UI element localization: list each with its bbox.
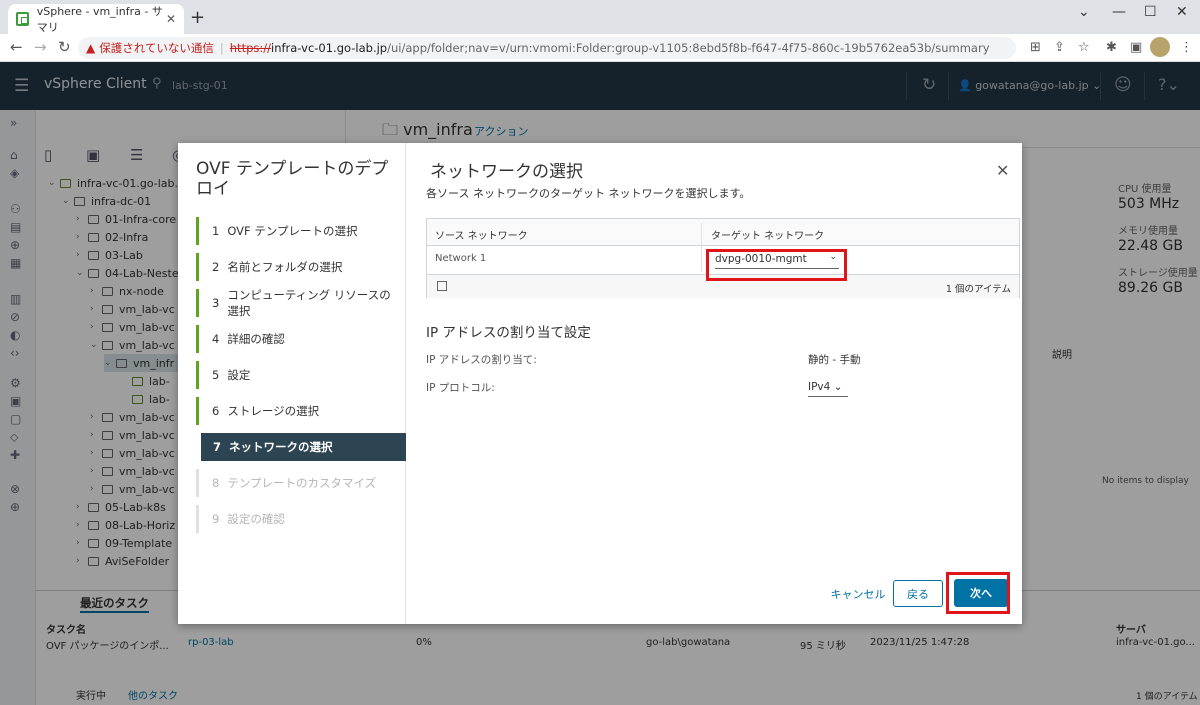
- tab-close-icon[interactable]: ✕: [166, 12, 176, 26]
- bookmark-star-icon[interactable]: ☆: [1078, 40, 1090, 55]
- new-tab-icon[interactable]: +: [190, 7, 205, 28]
- ip-section-title: IP アドレスの割り当て設定: [426, 325, 591, 341]
- browser-tab-bar: vSphere - vm_infra - サマリ ✕ + ⌄ — ☐ ✕: [0, 0, 1200, 34]
- back-icon[interactable]: ←: [10, 38, 23, 56]
- url-field[interactable]: ▲ 保護されていない通信 | https:// infra-vc-01.go-l…: [78, 37, 1016, 59]
- step-8: 8 テンプレートのカスタマイズ: [196, 469, 402, 497]
- window-close-icon[interactable]: ✕: [1176, 4, 1188, 20]
- vsphere-favicon-icon: [16, 12, 29, 26]
- step-1[interactable]: 1 OVF テンプレートの選択: [196, 217, 402, 245]
- forward-icon[interactable]: →: [34, 38, 47, 56]
- column-toggle-icon[interactable]: [437, 281, 447, 291]
- ip-protocol-select[interactable]: IPv4 ⌄: [808, 381, 848, 397]
- step-3[interactable]: 3 コンピューティング リソースの選択: [196, 288, 402, 318]
- close-icon[interactable]: ✕: [996, 161, 1009, 180]
- col-target-network[interactable]: ターゲット ネットワーク: [711, 227, 824, 242]
- ip-alloc-value: 静的 - 手動: [808, 354, 861, 366]
- page-subtitle: 各ソース ネットワークのターゲット ネットワークを選択します。: [426, 187, 751, 200]
- ip-alloc-label: IP アドレスの割り当て:: [426, 354, 537, 366]
- wizard-title: OVF テンプレートのデプロイ: [196, 159, 389, 199]
- profile-avatar[interactable]: [1150, 37, 1170, 57]
- reload-icon[interactable]: ↻: [58, 38, 71, 56]
- grid-header: ソース ネットワーク ターゲット ネットワーク: [427, 219, 1019, 246]
- step-4[interactable]: 4 詳細の確認: [196, 325, 402, 353]
- tab-search-icon[interactable]: ⌄: [1078, 4, 1090, 20]
- translate-icon[interactable]: ⊞: [1030, 40, 1041, 55]
- extensions-icon[interactable]: ✱: [1106, 40, 1117, 55]
- step-6[interactable]: 6 ストレージの選択: [196, 397, 402, 425]
- browser-tab[interactable]: vSphere - vm_infra - サマリ ✕: [8, 4, 184, 34]
- maximize-icon[interactable]: ☐: [1144, 4, 1157, 20]
- column-separator: [701, 223, 702, 271]
- highlight-next-button: [946, 572, 1010, 614]
- cancel-button[interactable]: キャンセル: [828, 583, 888, 605]
- wizard-content: ネットワークの選択 ✕ 各ソース ネットワークのターゲット ネットワークを選択し…: [406, 143, 1022, 624]
- step-7-active[interactable]: 7 ネットワークの選択: [201, 433, 406, 461]
- minimize-icon[interactable]: —: [1112, 4, 1126, 20]
- share-icon[interactable]: ⇪: [1054, 40, 1065, 55]
- menu-kebab-icon[interactable]: ⋮: [1180, 40, 1193, 55]
- address-bar: ← → ↻ ▲ 保護されていない通信 | https:// infra-vc-0…: [0, 34, 1200, 62]
- url-host: infra-vc-01.go-lab.jp: [271, 41, 388, 55]
- col-source-network[interactable]: ソース ネットワーク: [435, 227, 528, 242]
- wizard-steps: OVF テンプレートのデプロイ 1 OVF テンプレートの選択 2 名前とフォルダの…: [178, 143, 406, 624]
- step-5[interactable]: 5 設定: [196, 361, 402, 389]
- ip-protocol-label: IP プロトコル:: [426, 382, 495, 394]
- insecure-label: 保護されていない通信: [99, 41, 214, 55]
- deploy-ovf-wizard: OVF テンプレートのデプロイ 1 OVF テンプレートの選択 2 名前とフォルダの…: [178, 143, 1022, 624]
- side-panel-icon[interactable]: ▣: [1130, 40, 1142, 55]
- step-2[interactable]: 2 名前とフォルダの選択: [196, 253, 402, 281]
- url-scheme: https://: [229, 41, 271, 55]
- chevron-down-icon: ⌄: [833, 381, 843, 393]
- source-network-cell: Network 1: [435, 253, 487, 264]
- tab-title: vSphere - vm_infra - サマリ: [36, 5, 163, 34]
- url-path: /ui/app/folder;nav=v/urn:vmomi:Folder:gr…: [387, 41, 990, 55]
- grid-item-count: 1 個のアイテム: [945, 284, 1011, 295]
- back-button[interactable]: 戻る: [893, 580, 943, 607]
- page-title: ネットワークの選択: [430, 162, 583, 182]
- highlight-target-network: [706, 249, 847, 281]
- step-9: 9 設定の確認: [196, 505, 402, 533]
- warning-icon: ▲: [86, 41, 96, 55]
- url-separator: |: [219, 41, 224, 55]
